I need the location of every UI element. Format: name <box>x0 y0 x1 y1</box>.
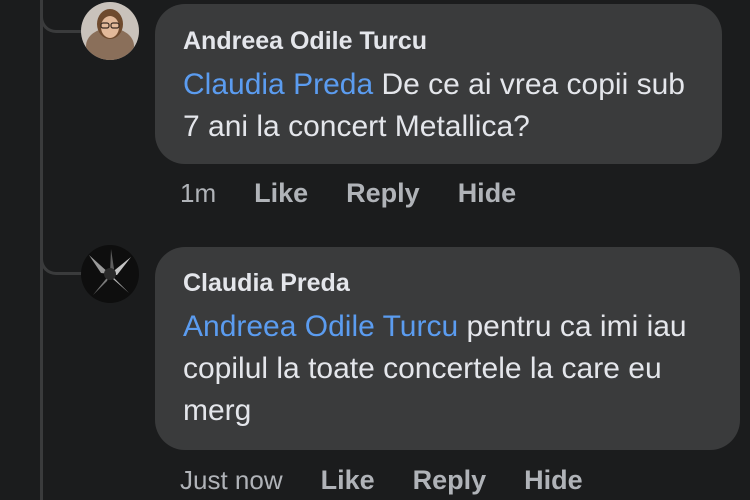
avatar-claudia-preda[interactable] <box>81 245 139 303</box>
comment-author[interactable]: Claudia Preda <box>183 269 350 298</box>
comment-text: Andreea Odile Turcu pentru ca imi iau co… <box>183 306 718 432</box>
comment-bubble: Andreea Odile Turcu Claudia Preda De ce … <box>155 4 722 164</box>
reply-connector <box>40 8 85 33</box>
reply-button[interactable]: Reply <box>346 178 420 209</box>
like-button[interactable]: Like <box>254 178 308 209</box>
comment-timestamp[interactable]: Just now <box>180 465 283 496</box>
comment-thread: Andreea Odile Turcu Claudia Preda De ce … <box>0 0 750 500</box>
comment-timestamp[interactable]: 1m <box>180 178 216 209</box>
comment-text: Claudia Preda De ce ai vrea copii sub 7 … <box>183 64 700 148</box>
comment-actions: 1m Like Reply Hide <box>180 178 516 209</box>
comment-author[interactable]: Andreea Odile Turcu <box>183 27 427 56</box>
comment-bubble: Claudia Preda Andreea Odile Turcu pentru… <box>155 247 740 450</box>
mention-link[interactable]: Claudia Preda <box>183 68 373 101</box>
mention-link[interactable]: Andreea Odile Turcu <box>183 310 458 343</box>
like-button[interactable]: Like <box>321 465 375 496</box>
hide-button[interactable]: Hide <box>458 178 517 209</box>
hide-button[interactable]: Hide <box>524 465 583 496</box>
reply-button[interactable]: Reply <box>413 465 487 496</box>
avatar-andreea-odile-turcu[interactable] <box>81 2 139 60</box>
reply-connector <box>40 250 85 275</box>
comment-actions: Just now Like Reply Hide <box>180 465 583 496</box>
